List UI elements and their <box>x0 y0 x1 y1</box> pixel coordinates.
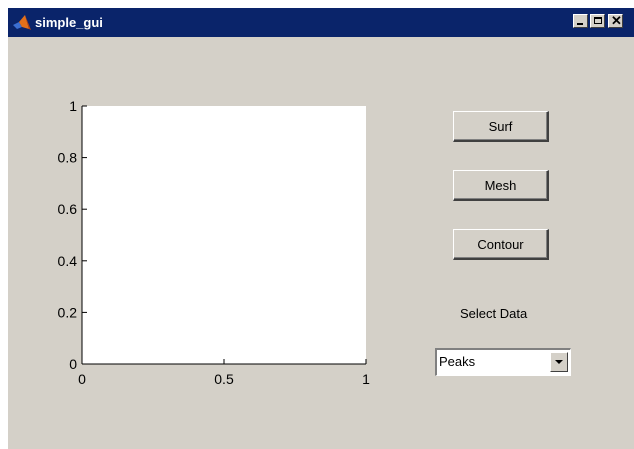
plot-area <box>82 106 366 364</box>
contour-button[interactable]: Contour <box>453 229 549 260</box>
y-tick-label: 0.4 <box>58 253 78 269</box>
y-tick-label: 0.8 <box>58 150 78 166</box>
select-data-label: Select Data <box>460 306 528 321</box>
mesh-button[interactable]: Mesh <box>453 170 549 201</box>
surf-button[interactable]: Surf <box>453 111 549 142</box>
y-tick-label: 0.2 <box>58 304 78 320</box>
x-tick-label: 0 <box>78 371 86 387</box>
figure-window: simple_gui ✕ 0 0.5 1 0 0.2 0.4 0.6 0.8 1 Surf Me… <box>8 8 634 449</box>
data-select-dropdown[interactable]: Peaks <box>435 348 571 376</box>
dropdown-arrow-button[interactable] <box>550 352 568 372</box>
y-tick-label: 0.6 <box>58 201 78 217</box>
x-tick-label: 0.5 <box>214 371 234 387</box>
dropdown-selected-value: Peaks <box>439 354 476 369</box>
y-tick-label: 0 <box>69 356 77 372</box>
chevron-down-icon <box>555 360 563 364</box>
y-tick-label: 1 <box>69 98 77 114</box>
x-tick-label: 1 <box>362 371 370 387</box>
